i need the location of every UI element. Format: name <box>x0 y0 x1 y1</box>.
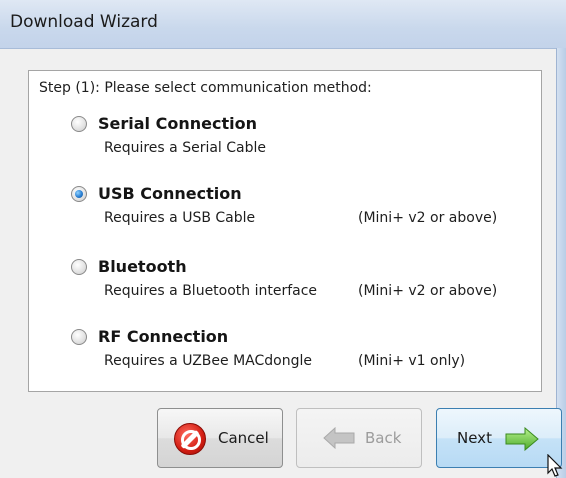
mouse-pointer-icon <box>547 454 563 477</box>
option-title: USB Connection <box>98 184 242 203</box>
download-wizard-window: Download Wizard Step (1): Please select … <box>0 0 566 478</box>
rf-connection-radio[interactable] <box>71 329 87 345</box>
back-button[interactable]: Back <box>296 408 422 468</box>
option-title: Serial Connection <box>98 114 257 133</box>
arrow-left-icon <box>323 427 355 449</box>
window-title: Download Wizard <box>10 12 158 32</box>
option-description: Requires a UZBee MACdongle <box>104 353 312 369</box>
option-note: (Mini+ v1 only) <box>358 353 466 369</box>
option-title: RF Connection <box>98 327 229 346</box>
option-description: Requires a USB Cable <box>104 210 256 226</box>
option-serial-connection[interactable]: Serial Connection Requires a Serial Cabl… <box>71 114 531 164</box>
usb-connection-radio[interactable] <box>71 186 87 202</box>
communication-method-panel: Step (1): Please select communication me… <box>28 70 542 392</box>
option-description: Requires a Bluetooth interface <box>104 283 318 299</box>
next-button-label: Next <box>457 429 492 447</box>
option-note: (Mini+ v2 or above) <box>358 283 498 299</box>
option-note: (Mini+ v2 or above) <box>358 210 498 226</box>
cancel-icon <box>174 423 206 455</box>
cancel-button[interactable]: Cancel <box>157 408 283 468</box>
option-description: Requires a Serial Cable <box>104 140 267 156</box>
option-bluetooth[interactable]: Bluetooth Requires a Bluetooth interface… <box>71 257 531 307</box>
bluetooth-radio[interactable] <box>71 259 87 275</box>
arrow-right-icon <box>505 427 539 451</box>
back-button-label: Back <box>365 429 402 447</box>
title-bar[interactable]: Download Wizard <box>0 0 566 49</box>
serial-connection-radio[interactable] <box>71 116 87 132</box>
option-title: Bluetooth <box>98 257 187 276</box>
option-usb-connection[interactable]: USB Connection Requires a USB Cable (Min… <box>71 184 531 234</box>
cancel-button-label: Cancel <box>218 429 269 447</box>
option-rf-connection[interactable]: RF Connection Requires a UZBee MACdongle… <box>71 327 531 377</box>
next-button[interactable]: Next <box>436 408 562 468</box>
step-label: Step (1): Please select communication me… <box>39 80 372 96</box>
